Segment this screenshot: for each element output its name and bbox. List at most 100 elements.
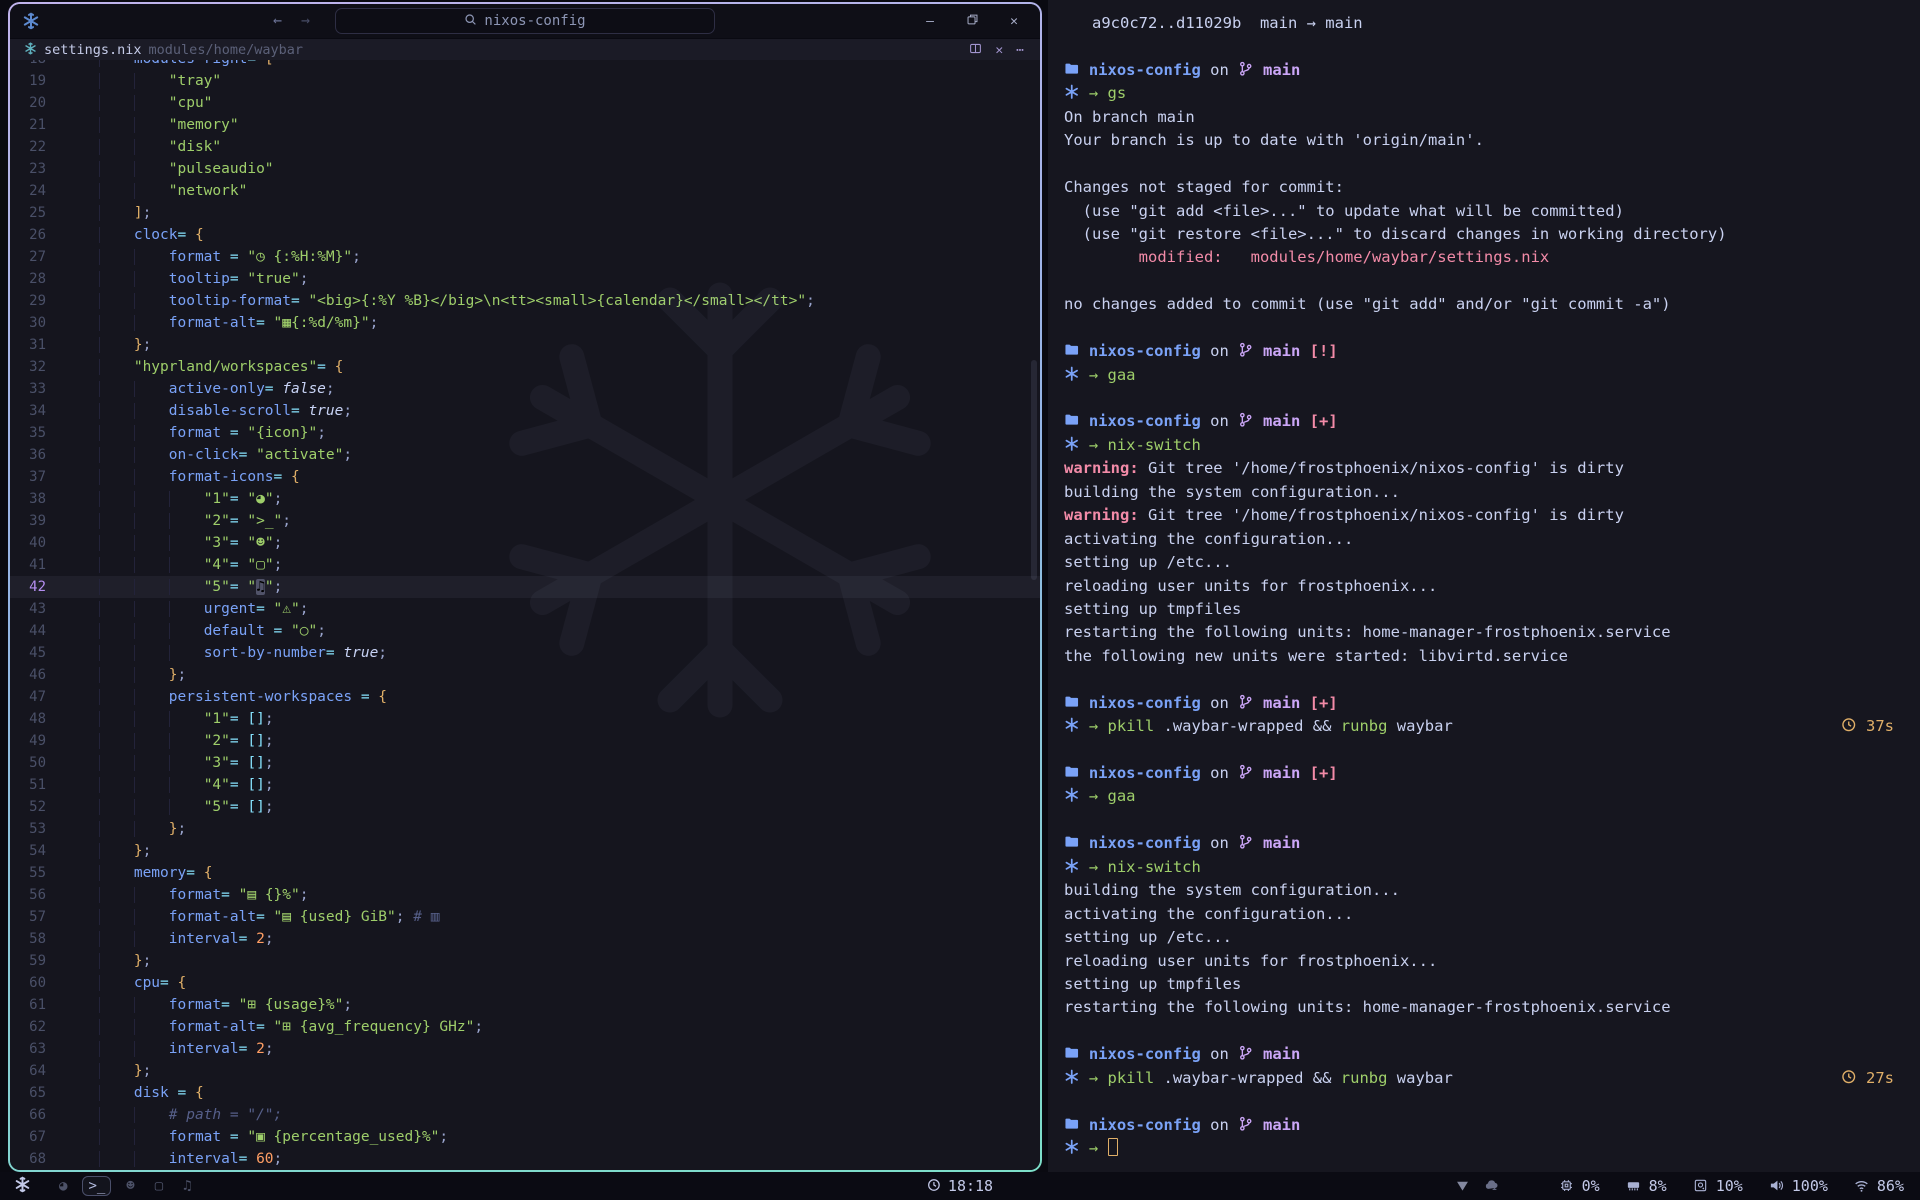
line-number[interactable]: 42 <box>10 576 64 598</box>
line-number[interactable]: 66 <box>10 1104 64 1126</box>
code-editor-area[interactable]: 18 modules-right= [19 "tray"20 "cpu"21 "… <box>10 60 1040 1170</box>
line-number[interactable]: 55 <box>10 862 64 884</box>
editor-scrollbar[interactable] <box>1031 360 1037 580</box>
forward-button[interactable]: → <box>301 11 310 29</box>
code-line[interactable]: 51 "4"= []; <box>10 774 1040 796</box>
line-number[interactable]: 43 <box>10 598 64 620</box>
line-number[interactable]: 26 <box>10 224 64 246</box>
code-line[interactable]: 55 memory= { <box>10 862 1040 884</box>
code-line[interactable]: 23 "pulseaudio" <box>10 158 1040 180</box>
line-number[interactable]: 27 <box>10 246 64 268</box>
code-line[interactable]: 64 }; <box>10 1060 1040 1082</box>
code-line[interactable]: 67 format = "▣ {percentage_used}%"; <box>10 1126 1040 1148</box>
disk-module[interactable]: 10% <box>1693 1177 1743 1195</box>
code-line[interactable]: 18 modules-right= [ <box>10 60 1040 70</box>
code-line[interactable]: 65 disk = { <box>10 1082 1040 1104</box>
line-number[interactable]: 25 <box>10 202 64 224</box>
line-number[interactable]: 61 <box>10 994 64 1016</box>
code-line[interactable]: 22 "disk" <box>10 136 1040 158</box>
line-number[interactable]: 59 <box>10 950 64 972</box>
line-number[interactable]: 50 <box>10 752 64 774</box>
line-number[interactable]: 18 <box>10 60 64 70</box>
code-line[interactable]: 25 ]; <box>10 202 1040 224</box>
line-number[interactable]: 22 <box>10 136 64 158</box>
close-tab-button[interactable]: ✕ <box>995 43 1003 58</box>
line-number[interactable]: 67 <box>10 1126 64 1148</box>
code-line[interactable]: 44 default = "○"; <box>10 620 1040 642</box>
code-line[interactable]: 33 active-only= false; <box>10 378 1040 400</box>
code-line[interactable]: 45 sort-by-number= true; <box>10 642 1040 664</box>
minimize-button[interactable]: — <box>922 14 938 29</box>
line-number[interactable]: 28 <box>10 268 64 290</box>
code-line[interactable]: 20 "cpu" <box>10 92 1040 114</box>
code-line[interactable]: 49 "2"= []; <box>10 730 1040 752</box>
code-line[interactable]: 36 on-click= "activate"; <box>10 444 1040 466</box>
line-number[interactable]: 20 <box>10 92 64 114</box>
cpu-module[interactable]: 0% <box>1559 1177 1600 1195</box>
code-line[interactable]: 31 }; <box>10 334 1040 356</box>
code-line[interactable]: 66 # path = "/"; <box>10 1104 1040 1126</box>
line-number[interactable]: 48 <box>10 708 64 730</box>
code-line[interactable]: 24 "network" <box>10 180 1040 202</box>
line-number[interactable]: 45 <box>10 642 64 664</box>
code-line[interactable]: 46 }; <box>10 664 1040 686</box>
code-line[interactable]: 53 }; <box>10 818 1040 840</box>
line-number[interactable]: 51 <box>10 774 64 796</box>
line-number[interactable]: 41 <box>10 554 64 576</box>
code-line[interactable]: 57 format-alt= "▤ {used} GiB"; # ▥ <box>10 906 1040 928</box>
line-number[interactable]: 68 <box>10 1148 64 1170</box>
code-line[interactable]: 60 cpu= { <box>10 972 1040 994</box>
terminal[interactable]: a9c0c72..d11029b main → main nixos-confi… <box>1048 0 1920 1172</box>
line-number[interactable]: 40 <box>10 532 64 554</box>
editor-titlebar[interactable]: ← → nixos-config — ✕ <box>10 4 1040 38</box>
line-number[interactable]: 38 <box>10 488 64 510</box>
ram-module[interactable]: 8% <box>1626 1177 1667 1195</box>
line-number[interactable]: 32 <box>10 356 64 378</box>
line-number[interactable]: 39 <box>10 510 64 532</box>
line-number[interactable]: 29 <box>10 290 64 312</box>
line-number[interactable]: 37 <box>10 466 64 488</box>
line-number[interactable]: 35 <box>10 422 64 444</box>
workspace-5-music[interactable]: ♫ <box>178 1177 196 1195</box>
code-line[interactable]: 43 urgent= "⚠"; <box>10 598 1040 620</box>
code-line[interactable]: 41 "4"= "▢"; <box>10 554 1040 576</box>
code-line[interactable]: 26 clock= { <box>10 224 1040 246</box>
code-line[interactable]: 50 "3"= []; <box>10 752 1040 774</box>
line-number[interactable]: 19 <box>10 70 64 92</box>
nix-logo-icon[interactable] <box>22 12 40 34</box>
workspace-1-browser[interactable]: ◕ <box>54 1177 72 1195</box>
code-line[interactable]: 63 interval= 2; <box>10 1038 1040 1060</box>
line-number[interactable]: 56 <box>10 884 64 906</box>
line-number[interactable]: 33 <box>10 378 64 400</box>
code-line[interactable]: 40 "3"= "☻"; <box>10 532 1040 554</box>
code-line[interactable]: 28 tooltip= "true"; <box>10 268 1040 290</box>
line-number[interactable]: 34 <box>10 400 64 422</box>
line-number[interactable]: 44 <box>10 620 64 642</box>
code-line[interactable]: 29 tooltip-format= "<big>{:%Y %B}</big>\… <box>10 290 1040 312</box>
line-number[interactable]: 63 <box>10 1038 64 1060</box>
cloud-tray-icon[interactable] <box>1484 1177 1499 1195</box>
line-number[interactable]: 47 <box>10 686 64 708</box>
nixos-menu-icon[interactable] <box>14 1176 31 1197</box>
line-number[interactable]: 62 <box>10 1016 64 1038</box>
code-line[interactable]: 62 format-alt= "⊞ {avg_frequency} GHz"; <box>10 1016 1040 1038</box>
workspace-4-notes[interactable]: ▢ <box>150 1177 168 1195</box>
line-number[interactable]: 54 <box>10 840 64 862</box>
code-line[interactable]: 48 "1"= []; <box>10 708 1040 730</box>
line-number[interactable]: 58 <box>10 928 64 950</box>
line-number[interactable]: 60 <box>10 972 64 994</box>
split-pane-icon[interactable] <box>969 42 982 58</box>
code-line[interactable]: 27 format = "◷ {:%H:%M}"; <box>10 246 1040 268</box>
line-number[interactable]: 64 <box>10 1060 64 1082</box>
volume-module[interactable]: 100% <box>1769 1177 1828 1195</box>
line-number[interactable]: 53 <box>10 818 64 840</box>
line-number[interactable]: 49 <box>10 730 64 752</box>
line-number[interactable]: 52 <box>10 796 64 818</box>
code-line[interactable]: 56 format= "▤ {}%"; <box>10 884 1040 906</box>
tab-settings-nix[interactable]: settings.nix modules/home/waybar <box>10 42 303 58</box>
workspace-3-discord[interactable]: ☻ <box>121 1177 139 1195</box>
code-line[interactable]: 34 disable-scroll= true; <box>10 400 1040 422</box>
line-number[interactable]: 30 <box>10 312 64 334</box>
code-line[interactable]: 35 format = "{icon}"; <box>10 422 1040 444</box>
code-line[interactable]: 19 "tray" <box>10 70 1040 92</box>
